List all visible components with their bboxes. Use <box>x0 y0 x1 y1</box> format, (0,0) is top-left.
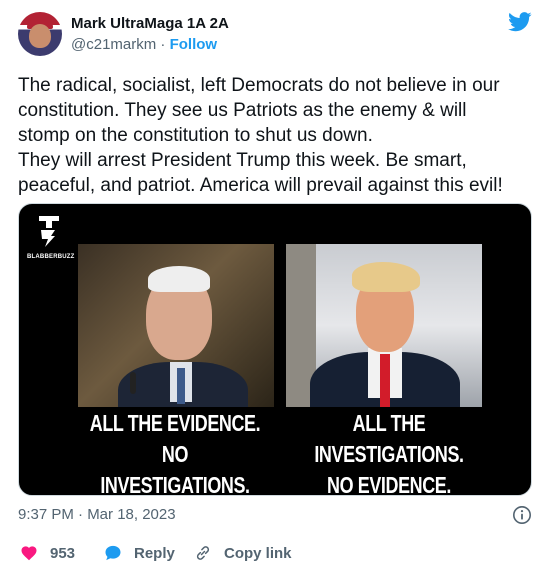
reply-bubble-icon <box>105 545 121 561</box>
logo-mark-icon <box>39 216 59 247</box>
author-display-name[interactable]: Mark UltraMaga 1A 2A <box>71 15 229 32</box>
copy-link-label: Copy link <box>224 544 292 561</box>
tweet-timestamp[interactable]: 9:37 PM · Mar 18, 2023 <box>18 506 176 523</box>
tweet-text: The radical, socialist, left Democrats d… <box>18 75 503 196</box>
twitter-bird-icon[interactable] <box>508 12 532 32</box>
follow-link[interactable]: Follow <box>170 36 218 53</box>
caption-left-line-2: NO INVESTIGATIONS. <box>100 441 250 496</box>
caption-right-line-1: ALL THE INVESTIGATIONS. <box>314 410 464 467</box>
author-handle[interactable]: @c21markm <box>71 36 156 53</box>
avatar-face <box>29 24 51 48</box>
photo-left <box>78 244 274 407</box>
tweet-actions: 953 Reply Copy link <box>18 544 538 561</box>
author-handle-row: @c21markm · Follow <box>71 36 217 53</box>
avatar[interactable] <box>18 12 62 56</box>
like-count: 953 <box>50 544 76 561</box>
reply-button[interactable]: Reply <box>104 544 175 561</box>
caption-right: ALL THE INVESTIGATIONS. NO EVIDENCE. <box>303 408 475 496</box>
like-button[interactable]: 953 <box>20 544 75 561</box>
reply-label: Reply <box>134 544 175 561</box>
caption-left: ALL THE EVIDENCE. NO INVESTIGATIONS. <box>89 408 261 496</box>
logo-text: BLABBERBUZZ <box>27 254 75 260</box>
photo-right <box>286 244 482 407</box>
tweet-card: Mark UltraMaga 1A 2A @c21markm · Follow … <box>0 0 551 561</box>
caption-left-line-1: ALL THE EVIDENCE. <box>89 410 261 436</box>
handle-separator: · <box>156 36 170 53</box>
info-icon[interactable] <box>512 505 532 525</box>
blabberbuzz-logo: BLABBERBUZZ <box>27 214 75 270</box>
tweet-media[interactable]: BLABBERBUZZ ALL THE EVIDENCE. NO INVESTI… <box>18 203 532 496</box>
caption-right-line-2: NO EVIDENCE. <box>327 472 451 496</box>
link-icon <box>196 546 210 560</box>
copy-link-button[interactable]: Copy link <box>194 544 292 561</box>
heart-icon <box>21 546 37 561</box>
